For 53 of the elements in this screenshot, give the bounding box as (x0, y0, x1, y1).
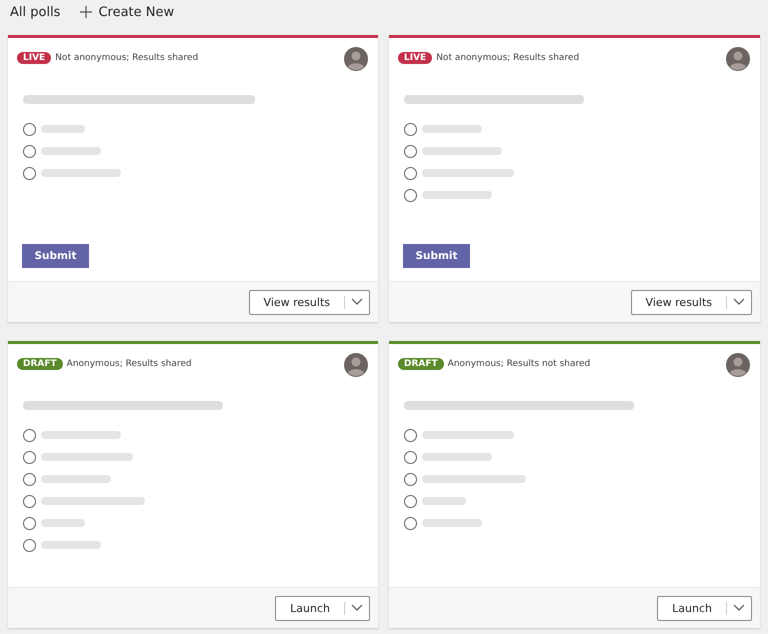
radio-button[interactable] (23, 428, 36, 442)
radio-button[interactable] (404, 472, 417, 486)
radio-button[interactable] (23, 166, 36, 180)
radio-button[interactable] (23, 494, 36, 508)
privacy-text: Anonymous; Results shared (66, 359, 192, 369)
radio-button[interactable] (404, 450, 417, 464)
avatar-icon (344, 47, 368, 71)
radio-button[interactable] (404, 494, 417, 508)
blurred-option (41, 147, 101, 155)
radio-button[interactable] (404, 166, 417, 180)
create-new-button[interactable]: Create New (80, 4, 174, 20)
submit-button[interactable]: Submit (403, 244, 470, 268)
status-badge: DRAFT (17, 358, 63, 370)
blurred-option (422, 453, 492, 461)
status-badge: LIVE (17, 52, 52, 64)
chevron-down-icon (351, 298, 363, 306)
blurred-option (41, 125, 85, 133)
radio-button[interactable] (404, 516, 417, 530)
radio-button[interactable] (404, 188, 417, 202)
plus-icon (80, 6, 92, 18)
page-title: All polls (10, 4, 60, 20)
action-split-button[interactable]: Launch (657, 596, 752, 620)
radio-button[interactable] (23, 538, 36, 552)
radio-button[interactable] (23, 144, 36, 158)
action-split-button[interactable]: View results (630, 290, 752, 314)
avatar-icon (344, 353, 368, 377)
chevron-down-icon (733, 298, 745, 306)
radio-button[interactable] (23, 516, 36, 530)
privacy-text: Not anonymous; Results shared (436, 53, 580, 63)
blurred-option (422, 497, 466, 505)
radio-button[interactable] (404, 428, 417, 442)
privacy-text: Anonymous; Results not shared (448, 359, 590, 369)
blurred-option (422, 125, 482, 133)
blurred-option (41, 475, 111, 483)
action-split-button[interactable]: Launch (275, 596, 370, 620)
chevron-down-icon (351, 604, 363, 612)
status-badge: LIVE (398, 52, 432, 64)
avatar-icon (726, 353, 750, 377)
blurred-option (41, 541, 101, 549)
radio-button[interactable] (23, 472, 36, 486)
privacy-text: Not anonymous; Results shared (55, 53, 198, 63)
radio-button[interactable] (404, 144, 417, 158)
radio-button[interactable] (23, 450, 36, 464)
status-badge: DRAFT (398, 358, 444, 370)
blurred-option (422, 519, 482, 527)
radio-button[interactable] (23, 122, 36, 136)
chevron-down-icon (733, 604, 745, 612)
action-split-button[interactable]: View results (248, 290, 370, 314)
avatar-icon (726, 47, 750, 71)
radio-button[interactable] (404, 122, 417, 136)
submit-button[interactable]: Submit (22, 244, 89, 268)
blurred-option (422, 191, 492, 199)
blurred-option (41, 519, 85, 527)
